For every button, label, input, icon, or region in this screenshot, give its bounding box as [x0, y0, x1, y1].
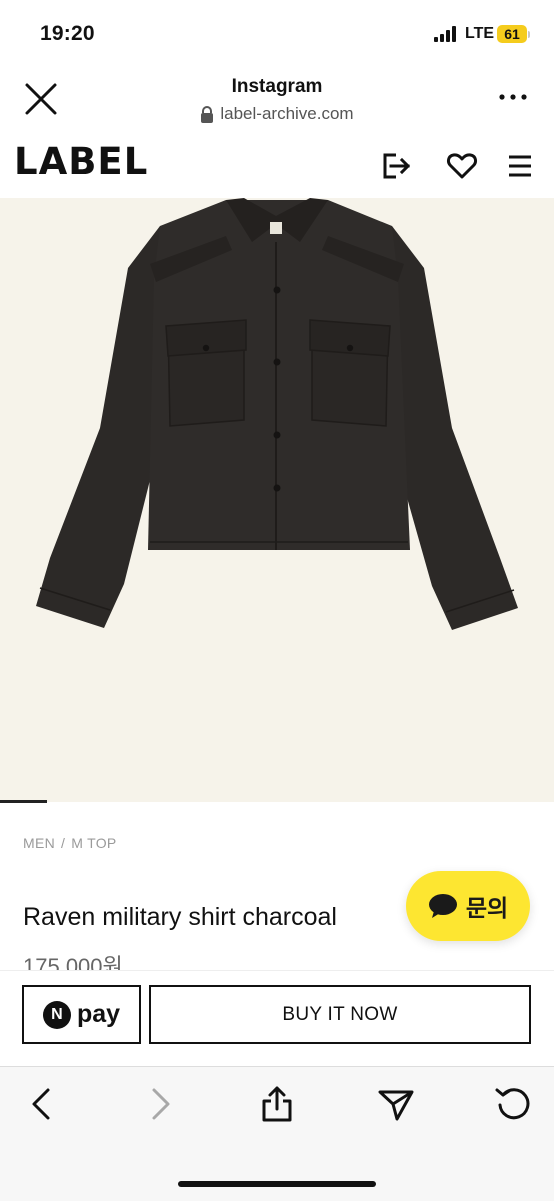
url-text: label-archive.com — [220, 104, 354, 123]
signal-icon — [434, 26, 460, 42]
back-icon — [32, 1088, 50, 1120]
breadcrumb-men[interactable]: MEN — [23, 835, 55, 851]
refresh-icon — [495, 1088, 530, 1120]
browser-title: Instagram — [231, 76, 323, 97]
menu-button[interactable] — [506, 150, 538, 182]
chat-bubble-icon — [428, 894, 457, 918]
lock-icon — [201, 105, 214, 123]
image-pager-indicator — [0, 800, 47, 803]
share-button[interactable] — [257, 1084, 297, 1124]
product-photo — [36, 198, 518, 630]
back-button[interactable] — [22, 1084, 62, 1124]
forward-icon — [152, 1088, 170, 1120]
buy-now-label: BUY IT NOW — [282, 1003, 398, 1025]
heart-icon — [446, 153, 478, 179]
login-icon — [383, 153, 411, 179]
login-button[interactable] — [380, 150, 412, 182]
menu-icon — [509, 155, 531, 177]
more-button[interactable] — [496, 85, 530, 109]
share-icon — [262, 1086, 292, 1122]
url-bar[interactable]: label-archive.com — [0, 104, 554, 124]
battery-level: 61 — [497, 25, 527, 43]
npay-button[interactable]: N pay — [22, 985, 141, 1044]
inquiry-button[interactable]: 문의 — [406, 871, 530, 941]
send-icon — [378, 1090, 414, 1121]
battery-tip — [528, 31, 530, 38]
npay-logo: N — [42, 1000, 71, 1029]
home-indicator[interactable] — [178, 1181, 376, 1187]
product-name: Raven military shirt charcoal — [23, 903, 337, 931]
network-type: LTE — [465, 25, 495, 42]
buy-now-button[interactable]: BUY IT NOW — [149, 985, 531, 1044]
site-logo[interactable]: LABEL — [14, 140, 148, 183]
product-image[interactable] — [0, 198, 554, 802]
send-button[interactable] — [376, 1084, 416, 1124]
inquiry-label: 문의 — [465, 895, 509, 921]
status-time: 19:20 — [40, 22, 95, 45]
npay-text: pay — [76, 1000, 121, 1028]
forward-button[interactable] — [140, 1084, 180, 1124]
more-dots-icon — [499, 94, 527, 100]
wishlist-button[interactable] — [446, 150, 478, 182]
breadcrumb: MEN / M TOP — [23, 835, 117, 851]
breadcrumb-m-top[interactable]: M TOP — [71, 835, 116, 851]
refresh-button[interactable] — [493, 1084, 533, 1124]
